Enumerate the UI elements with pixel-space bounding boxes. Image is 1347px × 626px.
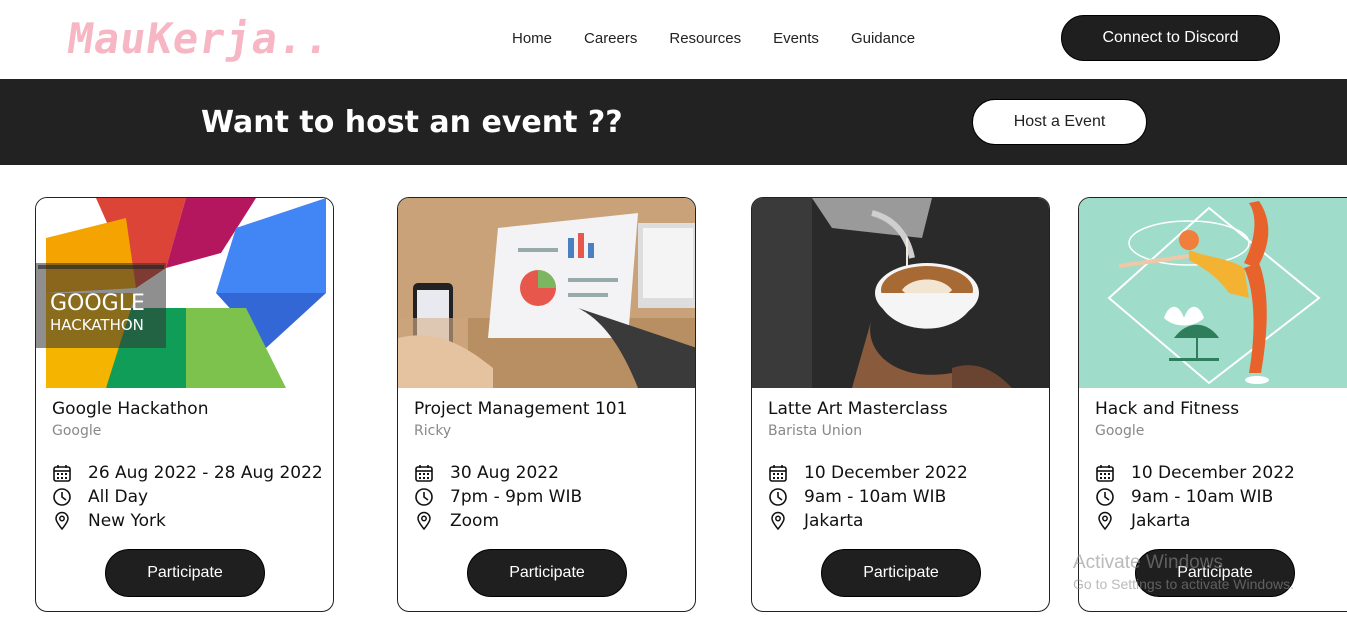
event-time: 9am - 10am WIB <box>1131 487 1274 507</box>
event-card-latte-art: Latte Art Masterclass Barista Union 10 D… <box>751 197 1050 612</box>
nav-events[interactable]: Events <box>773 30 819 47</box>
event-date-row: 30 Aug 2022 <box>414 463 559 483</box>
event-organizer: Barista Union <box>768 423 863 439</box>
nav-careers[interactable]: Careers <box>584 30 637 47</box>
host-event-button[interactable]: Host a Event <box>972 99 1147 145</box>
event-location: Jakarta <box>804 511 864 531</box>
event-date-row: 10 December 2022 <box>1095 463 1295 483</box>
event-time-row: 9am - 10am WIB <box>768 487 946 507</box>
event-location-row: New York <box>52 511 166 531</box>
participate-button[interactable]: Participate <box>821 549 981 597</box>
host-event-banner: Want to host an event ?? Host a Event <box>0 79 1347 165</box>
banner-title: Want to host an event ?? <box>201 105 623 140</box>
location-pin-icon <box>52 511 72 531</box>
event-title: Hack and Fitness <box>1095 399 1240 419</box>
nav-resources[interactable]: Resources <box>669 30 741 47</box>
event-location: New York <box>88 511 166 531</box>
event-card-google-hackathon: GOOGLE HACKATHON Google Hackathon Google… <box>35 197 334 612</box>
participate-button[interactable]: Participate <box>467 549 627 597</box>
location-pin-icon <box>414 511 434 531</box>
top-navbar: MauKerja.. Home Careers Resources Events… <box>0 0 1347 79</box>
nav-home[interactable]: Home <box>512 30 552 47</box>
event-time-row: 9am - 10am WIB <box>1095 487 1273 507</box>
event-time: 9am - 10am WIB <box>804 487 947 507</box>
event-location: Jakarta <box>1131 511 1191 531</box>
event-date: 30 Aug 2022 <box>450 463 559 483</box>
event-location-row: Jakarta <box>768 511 863 531</box>
event-date: 10 December 2022 <box>804 463 968 483</box>
clock-icon <box>1095 487 1115 507</box>
event-image-project-management <box>398 198 695 388</box>
event-title: Latte Art Masterclass <box>768 399 948 419</box>
event-title: Google Hackathon <box>52 399 209 419</box>
event-location: Zoom <box>450 511 500 531</box>
participate-button[interactable]: Participate <box>1135 549 1295 597</box>
event-organizer: Ricky <box>414 423 452 439</box>
image-text-google: GOOGLE <box>50 291 145 316</box>
event-date: 10 December 2022 <box>1131 463 1295 483</box>
location-pin-icon <box>768 511 788 531</box>
location-pin-icon <box>1095 511 1115 531</box>
event-time-row: 7pm - 9pm WIB <box>414 487 582 507</box>
event-location-row: Jakarta <box>1095 511 1190 531</box>
clock-icon <box>768 487 788 507</box>
participate-button[interactable]: Participate <box>105 549 265 597</box>
image-text-hackathon: HACKATHON <box>50 316 144 334</box>
event-date-row: 26 Aug 2022 - 28 Aug 2022 <box>52 463 323 483</box>
event-image-latte-art <box>752 198 1049 388</box>
event-date: 26 Aug 2022 - 28 Aug 2022 <box>88 463 323 483</box>
calendar-icon <box>768 463 788 483</box>
event-time: 7pm - 9pm WIB <box>450 487 583 507</box>
connect-discord-button[interactable]: Connect to Discord <box>1061 15 1280 61</box>
event-date-row: 10 December 2022 <box>768 463 968 483</box>
event-location-row: Zoom <box>414 511 499 531</box>
event-organizer: Google <box>52 423 102 439</box>
calendar-icon <box>414 463 434 483</box>
event-card-hack-fitness: Hack and Fitness Google 10 December 2022… <box>1078 197 1347 612</box>
calendar-icon <box>52 463 72 483</box>
clock-icon <box>52 487 72 507</box>
calendar-icon <box>1095 463 1115 483</box>
event-image-google-hackathon: GOOGLE HACKATHON <box>36 198 333 388</box>
event-title: Project Management 101 <box>414 399 628 419</box>
event-time-row: All Day <box>52 487 148 507</box>
nav-guidance[interactable]: Guidance <box>851 30 915 47</box>
main-nav: Home Careers Resources Events Guidance <box>512 30 947 47</box>
site-logo[interactable]: MauKerja.. <box>65 14 335 63</box>
event-organizer: Google <box>1095 423 1145 439</box>
event-time: All Day <box>88 487 149 507</box>
event-card-project-management: Project Management 101 Ricky 30 Aug 2022… <box>397 197 696 612</box>
event-image-hack-fitness <box>1079 198 1347 388</box>
clock-icon <box>414 487 434 507</box>
